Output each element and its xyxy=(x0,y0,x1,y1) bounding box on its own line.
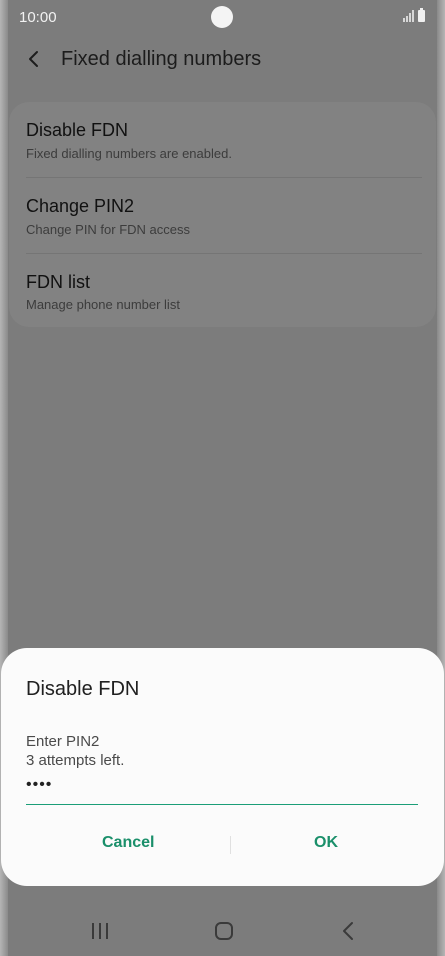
pin2-input[interactable]: •••• xyxy=(26,772,418,805)
setting-change-pin2[interactable]: Change PIN2 Change PIN for FDN access xyxy=(9,178,436,253)
setting-subtitle: Manage phone number list xyxy=(26,297,180,312)
battery-icon xyxy=(418,8,425,22)
settings-card: Disable FDN Fixed dialling numbers are e… xyxy=(9,102,436,327)
navigation-bar xyxy=(0,905,445,956)
setting-disable-fdn[interactable]: Disable FDN Fixed dialling numbers are e… xyxy=(9,102,436,177)
button-separator xyxy=(230,836,231,854)
status-icons xyxy=(403,8,425,22)
signal-icon xyxy=(403,10,414,22)
setting-subtitle: Change PIN for FDN access xyxy=(26,222,191,237)
dialog-message: Enter PIN2 3 attempts left. xyxy=(26,732,124,770)
pin-dialog: Disable FDN Enter PIN2 3 attempts left. … xyxy=(1,648,444,886)
setting-title: Change PIN2 xyxy=(26,196,135,216)
dialog-message-line: Enter PIN2 xyxy=(26,733,100,750)
page-title: Fixed dialling numbers xyxy=(61,48,262,70)
setting-subtitle: Fixed dialling numbers are enabled. xyxy=(26,146,232,161)
status-bar: 10:00 xyxy=(0,0,445,34)
dialog-title: Disable FDN xyxy=(26,678,140,700)
ok-button[interactable]: OK xyxy=(314,834,338,852)
front-camera xyxy=(211,6,233,28)
home-icon[interactable] xyxy=(214,921,234,941)
phone-screen: 10:00 Fixed dialling numbers Disable FDN… xyxy=(0,0,445,956)
setting-title: Disable FDN xyxy=(26,120,129,140)
status-time: 10:00 xyxy=(19,9,57,26)
recents-icon[interactable] xyxy=(90,922,110,940)
setting-title: FDN list xyxy=(26,272,90,292)
dialog-message-line: 3 attempts left. xyxy=(26,752,125,769)
app-bar: Fixed dialling numbers xyxy=(0,36,445,82)
chevron-left-icon[interactable] xyxy=(24,48,44,70)
setting-fdn-list[interactable]: FDN list Manage phone number list xyxy=(9,254,436,329)
back-icon[interactable] xyxy=(341,921,355,941)
cancel-button[interactable]: Cancel xyxy=(102,834,154,852)
